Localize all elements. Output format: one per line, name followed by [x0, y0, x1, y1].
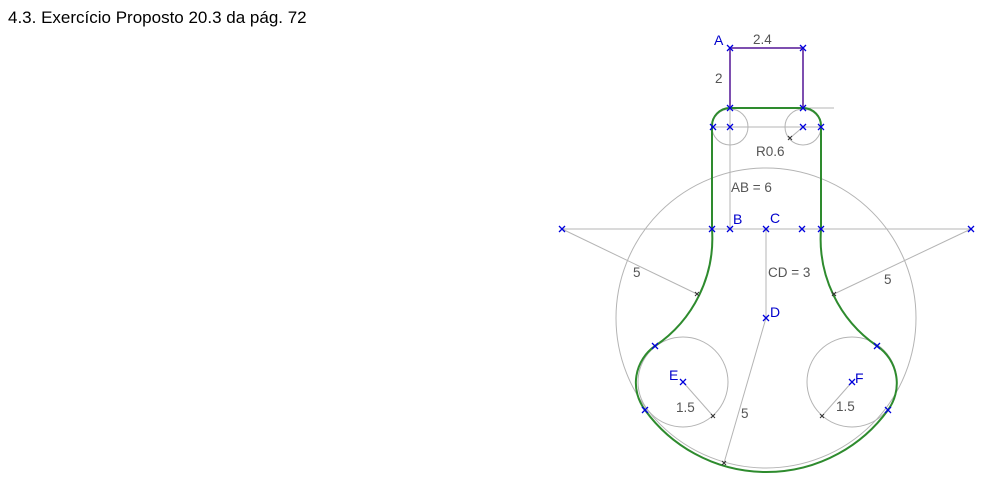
label-point-b: B	[733, 211, 742, 227]
label-point-f: F	[855, 370, 864, 386]
tick-e-radius	[710, 413, 716, 419]
marker-bottom-right	[884, 406, 892, 414]
top-rectangle	[729, 47, 804, 109]
bottom-radius-line	[723, 317, 767, 464]
dim-ab: AB = 6	[731, 180, 772, 195]
dim-right-radius: 5	[884, 272, 892, 287]
right-tangent-line	[833, 228, 972, 295]
technical-drawing: A B C D E F 2.4 2 R0.6 AB = 6 CD = 3 5 5…	[558, 32, 975, 474]
label-point-d: D	[770, 304, 780, 320]
dim-bottom-radius: 5	[741, 406, 749, 421]
dim-e-radius: 1.5	[676, 400, 695, 415]
dim-cd: CD = 3	[768, 265, 810, 280]
marker-left-tangency	[651, 342, 659, 350]
dim-rect-height: 2	[715, 71, 723, 86]
label-point-c: C	[770, 210, 780, 226]
label-point-e: E	[669, 367, 678, 383]
dim-fillet-radius: R0.6	[756, 144, 785, 159]
tick-f-radius	[819, 413, 825, 419]
label-point-a: A	[714, 32, 724, 48]
construction-lines	[561, 48, 972, 469]
tick-left-tangent	[694, 291, 700, 297]
dim-left-radius: 5	[633, 265, 641, 280]
dim-f-radius: 1.5	[836, 399, 855, 414]
dim-rect-width: 2.4	[753, 32, 772, 47]
left-tangent-line	[561, 228, 698, 295]
marker-e	[679, 378, 687, 386]
